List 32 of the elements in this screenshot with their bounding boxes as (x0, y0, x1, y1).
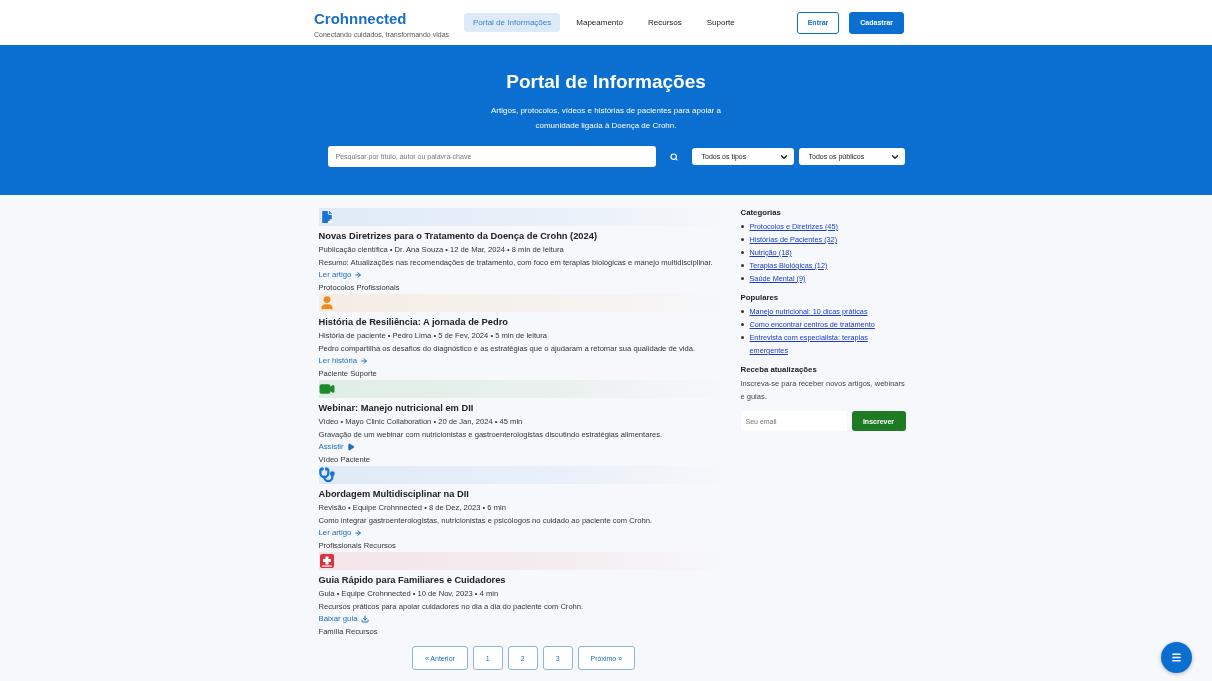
bullet-icon (740, 336, 744, 339)
bullet-icon (740, 264, 744, 267)
video-camera-icon (318, 381, 335, 397)
download-icon (360, 615, 369, 624)
site-logo[interactable]: Crohnnected (314, 9, 464, 27)
nav-link[interactable]: Mapeamento (567, 13, 632, 32)
bullet-icon (740, 323, 744, 326)
stethoscope-icon (318, 467, 335, 483)
bullet-icon (740, 277, 744, 280)
menu-icon (1171, 652, 1182, 663)
bullet-icon (740, 251, 744, 254)
article-title: História de Resiliência: A jornada de Pedro (318, 316, 509, 328)
nav-link[interactable]: Suporte (697, 13, 744, 32)
document-plus-icon (318, 209, 335, 225)
article-title: Novas Diretrizes para o Tratamento da Doença de Crohn (2024) (318, 230, 598, 242)
nav-link[interactable]: Portal de Informações (464, 13, 561, 32)
article-title: Webinar: Manejo nutricional em DII (318, 402, 475, 414)
article-title: Abordagem Multidisciplinar na DII (318, 488, 470, 500)
nav-link[interactable]: Recursos (638, 13, 691, 32)
bullet-icon (740, 225, 744, 228)
article-title: Guia Rápido para Familiares e Cuidadores (318, 574, 507, 586)
arrow-right-icon (360, 357, 369, 366)
arrow-right-icon (354, 271, 363, 280)
arrow-right-icon (354, 529, 363, 538)
hero-title: Portal de Informações (506, 71, 706, 93)
bullet-icon (740, 310, 744, 313)
search-icon (669, 152, 678, 161)
menu-button[interactable] (1161, 642, 1192, 673)
medical-kit-icon (318, 553, 335, 569)
bullet-icon (740, 238, 744, 241)
play-icon (346, 443, 355, 452)
hero-subtitle: Artigos, protocolos, vídeos e histórias de pacientes para apoiar a comunidade ligada à Doença de Crohn. (490, 105, 722, 132)
